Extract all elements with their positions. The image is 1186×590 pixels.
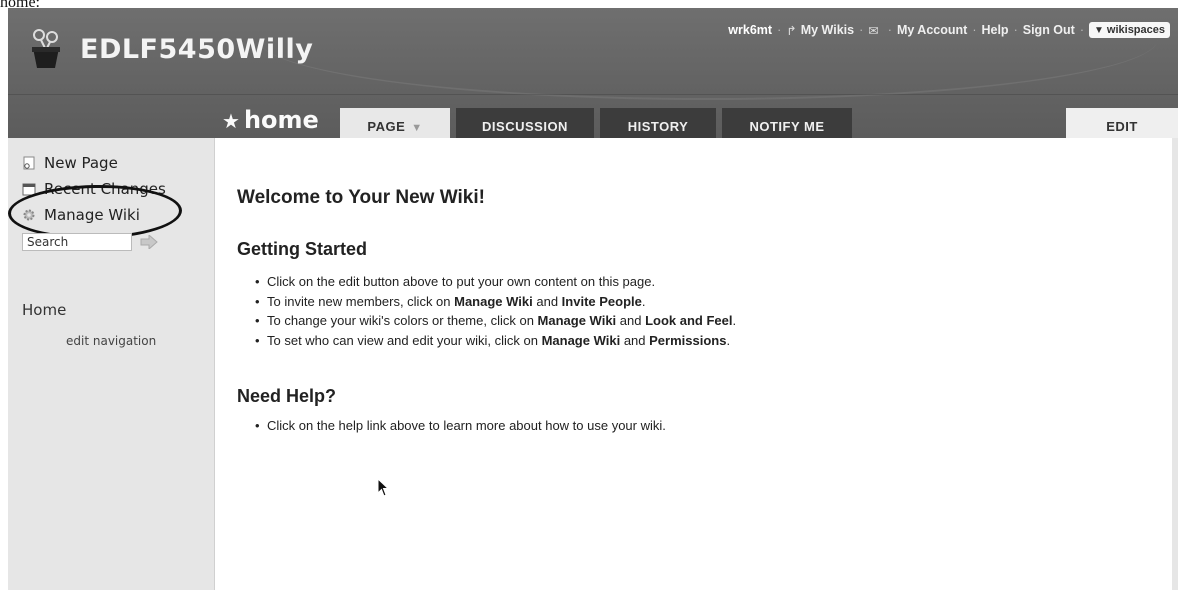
bold-text: Invite People xyxy=(561,293,642,309)
bold-text: Manage Wiki xyxy=(454,293,533,309)
tab-notify-me[interactable]: NOTIFY ME xyxy=(722,108,852,138)
list-item-text: To invite new members, click on xyxy=(267,293,455,309)
wikispaces-pot-logo-icon[interactable] xyxy=(28,28,64,70)
top-navigation: wrk6mt · ↱ My Wikis · ✉ · My Account · H… xyxy=(728,22,1170,38)
tab-page[interactable]: PAGE ▼ xyxy=(340,108,450,138)
list-item: To set who can view and edit your wiki, … xyxy=(255,331,736,351)
my-wikis-link[interactable]: My Wikis xyxy=(801,23,854,37)
sidebar-item-new-page[interactable]: New Page xyxy=(22,154,118,172)
list-item-text: Click on the help link above to learn mo… xyxy=(267,418,666,433)
list-item-text: To change your wiki's colors or theme, c… xyxy=(267,313,538,328)
list-item-text: . xyxy=(726,332,731,348)
header-divider xyxy=(8,94,1178,95)
sidebar: New Page Recent Changes Manage Wiki Home… xyxy=(7,138,214,590)
mail-icon[interactable]: ✉ xyxy=(868,23,878,38)
sign-out-link[interactable]: Sign Out xyxy=(1023,23,1075,37)
wikispaces-badge[interactable]: ▼ wikispaces xyxy=(1089,22,1170,38)
main-content: Welcome to Your New Wiki! Getting Starte… xyxy=(214,138,1173,590)
list-item-text: Click on the edit button above to put yo… xyxy=(267,274,656,289)
nav-separator: · xyxy=(972,23,977,37)
new-page-icon xyxy=(23,156,35,170)
bold-text: Manage Wiki xyxy=(537,313,617,328)
tab-history[interactable]: HISTORY xyxy=(600,108,716,138)
chevron-down-icon[interactable]: ▼ xyxy=(411,122,422,134)
nav-separator: · xyxy=(859,23,864,37)
right-margin xyxy=(1172,138,1178,590)
tab-discussion[interactable]: DISCUSSION xyxy=(456,108,594,138)
wikispaces-small-pot-icon: ▼ xyxy=(1094,24,1104,36)
sidebar-item-label: New Page xyxy=(44,154,118,172)
nav-separator: · xyxy=(1013,23,1018,37)
list-item-text: . xyxy=(732,313,737,328)
getting-started-list: Click on the edit button above to put yo… xyxy=(255,272,736,350)
bold-text: Look and Feel xyxy=(645,313,733,328)
list-item-text: . xyxy=(641,293,646,309)
list-item-text: To set who can view and edit your wiki, … xyxy=(267,332,542,348)
sidebar-nav-home[interactable]: Home xyxy=(22,301,66,319)
site-header: EDLF5450Willy wrk6mt · ↱ My Wikis · ✉ · … xyxy=(8,8,1178,138)
page-name: ★ home xyxy=(222,106,319,134)
bold-text: Manage Wiki xyxy=(541,332,621,348)
bold-text: Permissions xyxy=(649,332,727,348)
tab-page-label: PAGE xyxy=(367,119,406,134)
mouse-pointer-icon xyxy=(377,478,390,497)
site-title[interactable]: EDLF5450Willy xyxy=(80,34,313,65)
list-item: To change your wiki's colors or theme, c… xyxy=(255,311,736,331)
user-link[interactable]: wrk6mt xyxy=(728,23,772,37)
nav-separator: · xyxy=(777,23,782,37)
edit-navigation-link[interactable]: edit navigation xyxy=(66,334,156,348)
list-item: Click on the help link above to learn mo… xyxy=(255,416,666,436)
help-link[interactable]: Help xyxy=(981,23,1008,37)
list-item-text: and xyxy=(532,293,562,309)
list-item: Click on the edit button above to put yo… xyxy=(255,272,736,292)
search-input[interactable] xyxy=(22,233,132,251)
stray-header-text: home: xyxy=(0,0,40,11)
wikispaces-badge-label: wikispaces xyxy=(1106,24,1165,36)
my-account-link[interactable]: My Account xyxy=(897,23,967,37)
search-arrow-icon[interactable] xyxy=(140,235,158,249)
list-item: To invite new members, click on Manage W… xyxy=(255,292,736,312)
nav-separator: · xyxy=(1079,23,1084,37)
getting-started-heading: Getting Started xyxy=(237,239,368,259)
share-arrow-icon: ↱ xyxy=(786,23,797,38)
list-item-text: and xyxy=(616,313,646,328)
welcome-heading: Welcome to Your New Wiki! xyxy=(237,187,485,208)
star-favorite-icon[interactable]: ★ xyxy=(222,109,240,133)
need-help-heading: Need Help? xyxy=(237,386,337,406)
edit-button[interactable]: EDIT xyxy=(1066,108,1178,138)
list-item-text: and xyxy=(620,332,650,348)
need-help-list: Click on the help link above to learn mo… xyxy=(255,416,666,436)
page-name-label: home xyxy=(243,106,319,134)
nav-separator: · xyxy=(887,23,892,37)
